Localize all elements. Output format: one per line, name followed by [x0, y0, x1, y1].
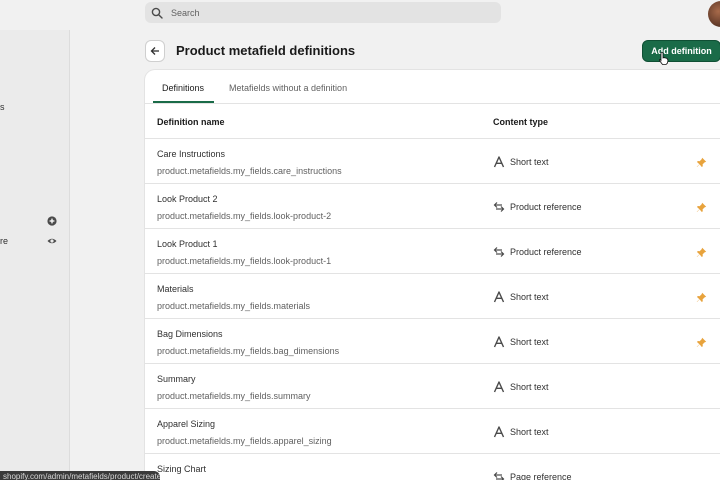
- hand-cursor-icon: [658, 52, 669, 65]
- sidebar-item-fragment[interactable]: re: [0, 236, 8, 246]
- back-button[interactable]: [145, 40, 165, 62]
- content-type-label: Short text: [510, 427, 549, 437]
- avatar[interactable]: [708, 1, 720, 27]
- page-title: Product metafield definitions: [176, 43, 356, 58]
- table-row[interactable]: Materials product.metafields.my_fields.ma…: [145, 274, 720, 319]
- definition-key: product.metafields.my_fields.care_instru…: [157, 166, 342, 176]
- definition-key: product.metafields.my_fields.summary: [157, 391, 311, 401]
- sidebar: s re: [0, 30, 70, 480]
- text-icon: [493, 155, 505, 168]
- reference-icon: [493, 245, 505, 257]
- definition-name[interactable]: Care Instructions: [157, 149, 225, 159]
- arrow-left-icon: [150, 47, 159, 55]
- text-icon: [493, 425, 505, 438]
- tab-definitions[interactable]: Definitions: [162, 83, 204, 93]
- reference-icon: [493, 470, 505, 480]
- table-header: Definition name Content type: [145, 104, 720, 139]
- text-icon: [493, 335, 505, 348]
- search-icon: [151, 7, 163, 19]
- table-row[interactable]: Apparel Sizing product.metafields.my_fiel…: [145, 409, 720, 454]
- eye-icon[interactable]: [47, 236, 57, 246]
- table-row[interactable]: Bag Dimensions product.metafields.my_fiel…: [145, 319, 720, 364]
- top-bar: [0, 0, 720, 30]
- tab-bar: Definitions Metafields without a definit…: [145, 70, 720, 104]
- content-type-label: Short text: [510, 382, 549, 392]
- reference-icon: [493, 200, 505, 212]
- table-row[interactable]: Look Product 2 product.metafields.my_fiel…: [145, 184, 720, 229]
- active-tab-indicator: [153, 101, 214, 103]
- table-row[interactable]: Care Instructions product.metafields.my_f…: [145, 139, 720, 184]
- definition-name[interactable]: Look Product 2: [157, 194, 218, 204]
- definition-name[interactable]: Sizing Chart: [157, 464, 206, 474]
- definition-name[interactable]: Apparel Sizing: [157, 419, 215, 429]
- add-definition-button[interactable]: Add definition: [642, 40, 720, 62]
- table-row[interactable]: Summary product.metafields.my_fields.summ…: [145, 364, 720, 409]
- definition-name[interactable]: Materials: [157, 284, 194, 294]
- content-type-label: Short text: [510, 337, 549, 347]
- definition-key: product.metafields.my_fields.materials: [157, 301, 311, 311]
- content-type-label: Product reference: [510, 247, 582, 257]
- table-row[interactable]: Look Product 1 product.metafields.my_fiel…: [145, 229, 720, 274]
- definition-name[interactable]: Summary: [157, 374, 196, 384]
- text-icon: [493, 380, 505, 393]
- content-type-label: Short text: [510, 292, 549, 302]
- definition-name[interactable]: Look Product 1: [157, 239, 218, 249]
- search-input[interactable]: [171, 7, 471, 18]
- status-url: shopify.com/admin/metafields/product/cre…: [0, 471, 160, 480]
- pin-icon[interactable]: [696, 200, 707, 212]
- column-header-definition-name[interactable]: Definition name: [157, 117, 225, 127]
- definition-key: product.metafields.my_fields.look-produc…: [157, 211, 332, 221]
- definition-key: product.metafields.my_fields.apparel_siz…: [157, 436, 332, 446]
- definition-name[interactable]: Bag Dimensions: [157, 329, 223, 339]
- definition-key: product.metafields.my_fields.look-produc…: [157, 256, 332, 266]
- content-type-label: Page reference: [510, 472, 572, 480]
- pin-icon[interactable]: [696, 335, 707, 347]
- pin-icon[interactable]: [696, 290, 707, 302]
- definition-key: product.metafields.my_fields.bag_dimensi…: [157, 346, 340, 356]
- column-header-content-type[interactable]: Content type: [493, 117, 548, 127]
- page-header: Product metafield definitions Add defini…: [145, 40, 720, 62]
- table-row[interactable]: Sizing Chart Page reference: [145, 454, 720, 480]
- add-circle-icon[interactable]: [47, 216, 57, 226]
- content-type-label: Product reference: [510, 202, 582, 212]
- pin-icon[interactable]: [696, 245, 707, 257]
- tab-metafields-without-definition[interactable]: Metafields without a definition: [229, 83, 347, 93]
- text-icon: [493, 290, 505, 303]
- sidebar-item-fragment[interactable]: s: [0, 102, 5, 112]
- content-type-label: Short text: [510, 157, 549, 167]
- search-bar[interactable]: [145, 2, 501, 23]
- definitions-card: Definitions Metafields without a definit…: [145, 70, 720, 480]
- pin-icon[interactable]: [696, 155, 707, 167]
